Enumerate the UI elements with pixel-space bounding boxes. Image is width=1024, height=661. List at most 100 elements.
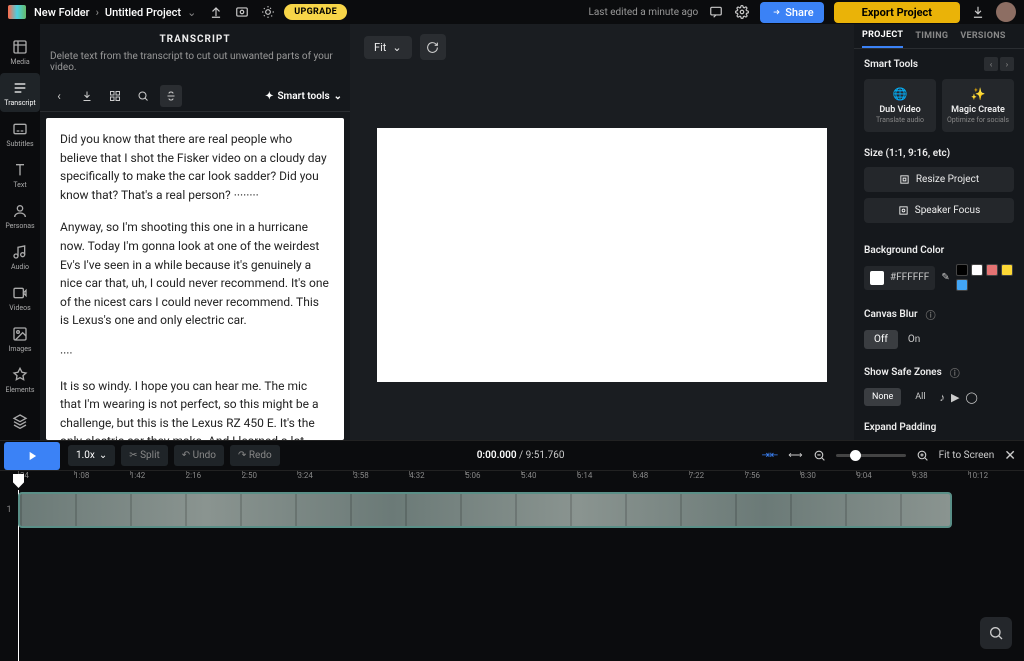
safe-all-button[interactable]: All bbox=[907, 388, 933, 406]
close-timeline-icon[interactable]: ✕ bbox=[1004, 448, 1016, 464]
sidebar-item-videos[interactable]: Videos bbox=[0, 278, 40, 317]
ruler-tick[interactable]: 8:30 bbox=[800, 471, 856, 488]
dub-video-card[interactable]: 🌐 Dub Video Translate audio bbox=[864, 79, 936, 132]
sidebar-item-more[interactable] bbox=[0, 401, 40, 440]
sidebar-item-text[interactable]: Text bbox=[0, 155, 40, 194]
fit-dropdown[interactable]: Fit ⌄ bbox=[364, 36, 412, 59]
ruler-tick[interactable]: 2:50 bbox=[242, 471, 298, 488]
share-button[interactable]: Share bbox=[760, 2, 823, 23]
transcript-paragraph[interactable]: Anyway, so I'm shooting this one in a hu… bbox=[60, 218, 330, 330]
timeline-tracks[interactable]: 1 bbox=[0, 490, 1024, 661]
sidebar-item-subtitles[interactable]: Subtitles bbox=[0, 114, 40, 153]
comment-icon[interactable] bbox=[708, 4, 724, 20]
sidebar-item-images[interactable]: Images bbox=[0, 319, 40, 358]
transcript-paragraph[interactable]: Did you know that there are real people … bbox=[60, 130, 330, 204]
play-button[interactable] bbox=[4, 442, 60, 470]
resize-button[interactable]: Resize Project bbox=[864, 167, 1014, 192]
ruler-tick[interactable]: :34 bbox=[18, 471, 74, 488]
swatch-red[interactable] bbox=[986, 264, 998, 276]
upload-icon[interactable] bbox=[208, 4, 224, 20]
download-transcript-icon[interactable] bbox=[76, 85, 98, 107]
swatch-yellow[interactable] bbox=[1001, 264, 1013, 276]
export-button[interactable]: Export Project bbox=[834, 2, 960, 23]
safe-none-button[interactable]: None bbox=[864, 388, 901, 406]
rotate-icon[interactable] bbox=[420, 34, 446, 60]
info-icon[interactable]: ⓘ bbox=[950, 365, 960, 380]
trim-icon[interactable]: ⟷ bbox=[788, 450, 802, 461]
ruler-tick[interactable]: 2:16 bbox=[186, 471, 242, 488]
instagram-icon[interactable]: ◯ bbox=[966, 391, 978, 404]
zoom-out-icon[interactable] bbox=[813, 449, 826, 462]
ruler-tick[interactable]: 1:42 bbox=[130, 471, 186, 488]
ruler-tick[interactable]: 9:38 bbox=[912, 471, 968, 488]
redo-button[interactable]: ↷ Redo bbox=[230, 445, 280, 466]
swatch-blue[interactable] bbox=[956, 279, 968, 291]
info-icon[interactable]: ⓘ bbox=[926, 307, 936, 322]
youtube-icon[interactable]: ▶ bbox=[951, 391, 959, 404]
ruler-tick[interactable]: 4:32 bbox=[409, 471, 465, 488]
sidebar-item-transcript[interactable]: Transcript bbox=[0, 73, 40, 112]
strikethrough-icon[interactable] bbox=[160, 85, 182, 107]
bg-color-input[interactable]: #FFFFFF bbox=[864, 266, 935, 290]
ruler-tick[interactable]: 9:04 bbox=[856, 471, 912, 488]
transcript-paragraph[interactable]: It is so windy. I hope you can hear me. … bbox=[60, 377, 330, 440]
search-fab[interactable] bbox=[980, 617, 1012, 649]
tab-versions[interactable]: VERSIONS bbox=[960, 25, 1005, 47]
breadcrumb-project[interactable]: Untitled Project bbox=[105, 6, 181, 19]
magic-create-card[interactable]: ✨ Magic Create Optimize for socials bbox=[942, 79, 1014, 132]
ruler-tick[interactable]: 7:56 bbox=[745, 471, 801, 488]
transcript-paragraph[interactable]: ···· bbox=[60, 344, 330, 363]
ruler-tick[interactable]: 3:58 bbox=[353, 471, 409, 488]
sidebar-item-elements[interactable]: Elements bbox=[0, 360, 40, 399]
ruler-tick[interactable]: 5:06 bbox=[465, 471, 521, 488]
eyedropper-icon[interactable]: ✎ bbox=[941, 272, 949, 283]
blur-on-button[interactable]: On bbox=[898, 330, 930, 349]
upgrade-button[interactable]: UPGRADE bbox=[284, 4, 347, 20]
ruler-tick[interactable]: 6:14 bbox=[577, 471, 633, 488]
prev-tool-icon[interactable]: ‹ bbox=[984, 57, 998, 71]
snap-icon[interactable]: ⇥⇤ bbox=[761, 450, 778, 461]
swatch-white[interactable] bbox=[971, 264, 983, 276]
breadcrumb-folder[interactable]: New Folder bbox=[34, 6, 90, 19]
sidebar-item-personas[interactable]: Personas bbox=[0, 196, 40, 235]
breadcrumb[interactable]: New Folder › Untitled Project ⌄ bbox=[34, 6, 196, 19]
settings-icon[interactable] bbox=[734, 4, 750, 20]
user-avatar[interactable] bbox=[996, 2, 1016, 22]
ruler-tick[interactable]: 5:40 bbox=[521, 471, 577, 488]
ruler-tick[interactable]: 1:08 bbox=[74, 471, 130, 488]
playback-speed[interactable]: 1.0x ⌄ bbox=[68, 445, 115, 466]
ruler-tick[interactable]: 3:24 bbox=[297, 471, 353, 488]
zoom-slider[interactable] bbox=[836, 454, 906, 457]
swatch-black[interactable] bbox=[956, 264, 968, 276]
top-bar: New Folder › Untitled Project ⌄ UPGRADE … bbox=[0, 0, 1024, 24]
blur-off-button[interactable]: Off bbox=[864, 330, 898, 349]
app-logo[interactable] bbox=[8, 5, 26, 19]
ruler-tick[interactable]: 10:12 bbox=[968, 471, 1024, 488]
ruler-tick[interactable]: 7:22 bbox=[689, 471, 745, 488]
undo-button[interactable]: ↶ Undo bbox=[174, 445, 224, 466]
ruler-tick[interactable]: 6:48 bbox=[633, 471, 689, 488]
tab-timing[interactable]: TIMING bbox=[915, 25, 948, 47]
split-button[interactable]: ✂ Split bbox=[121, 445, 168, 466]
transcript-body[interactable]: Did you know that there are real people … bbox=[46, 118, 344, 440]
tab-project[interactable]: PROJECT bbox=[862, 24, 903, 48]
next-tool-icon[interactable]: › bbox=[1000, 57, 1014, 71]
brand-kit-icon[interactable] bbox=[260, 4, 276, 20]
sidebar-item-media[interactable]: Media bbox=[0, 32, 40, 71]
tiktok-icon[interactable]: ♪ bbox=[940, 391, 946, 404]
fit-to-screen-button[interactable]: Fit to Screen bbox=[939, 450, 995, 461]
smart-tools-dropdown[interactable]: ✦ Smart tools ⌄ bbox=[265, 91, 342, 102]
track-label: 1 bbox=[0, 505, 18, 515]
back-icon[interactable]: ‹ bbox=[48, 85, 70, 107]
speaker-focus-button[interactable]: Speaker Focus bbox=[864, 198, 1014, 223]
sections-icon[interactable] bbox=[104, 85, 126, 107]
search-transcript-icon[interactable] bbox=[132, 85, 154, 107]
sidebar-item-audio[interactable]: Audio bbox=[0, 237, 40, 276]
download-icon[interactable] bbox=[970, 4, 986, 20]
timeline-ruler[interactable]: :341:081:422:162:503:243:584:325:065:406… bbox=[0, 470, 1024, 488]
record-icon[interactable] bbox=[234, 4, 250, 20]
zoom-in-icon[interactable] bbox=[916, 449, 929, 462]
chevron-down-icon[interactable]: ⌄ bbox=[187, 6, 196, 19]
video-canvas[interactable] bbox=[377, 128, 827, 382]
video-clip[interactable] bbox=[18, 492, 952, 528]
